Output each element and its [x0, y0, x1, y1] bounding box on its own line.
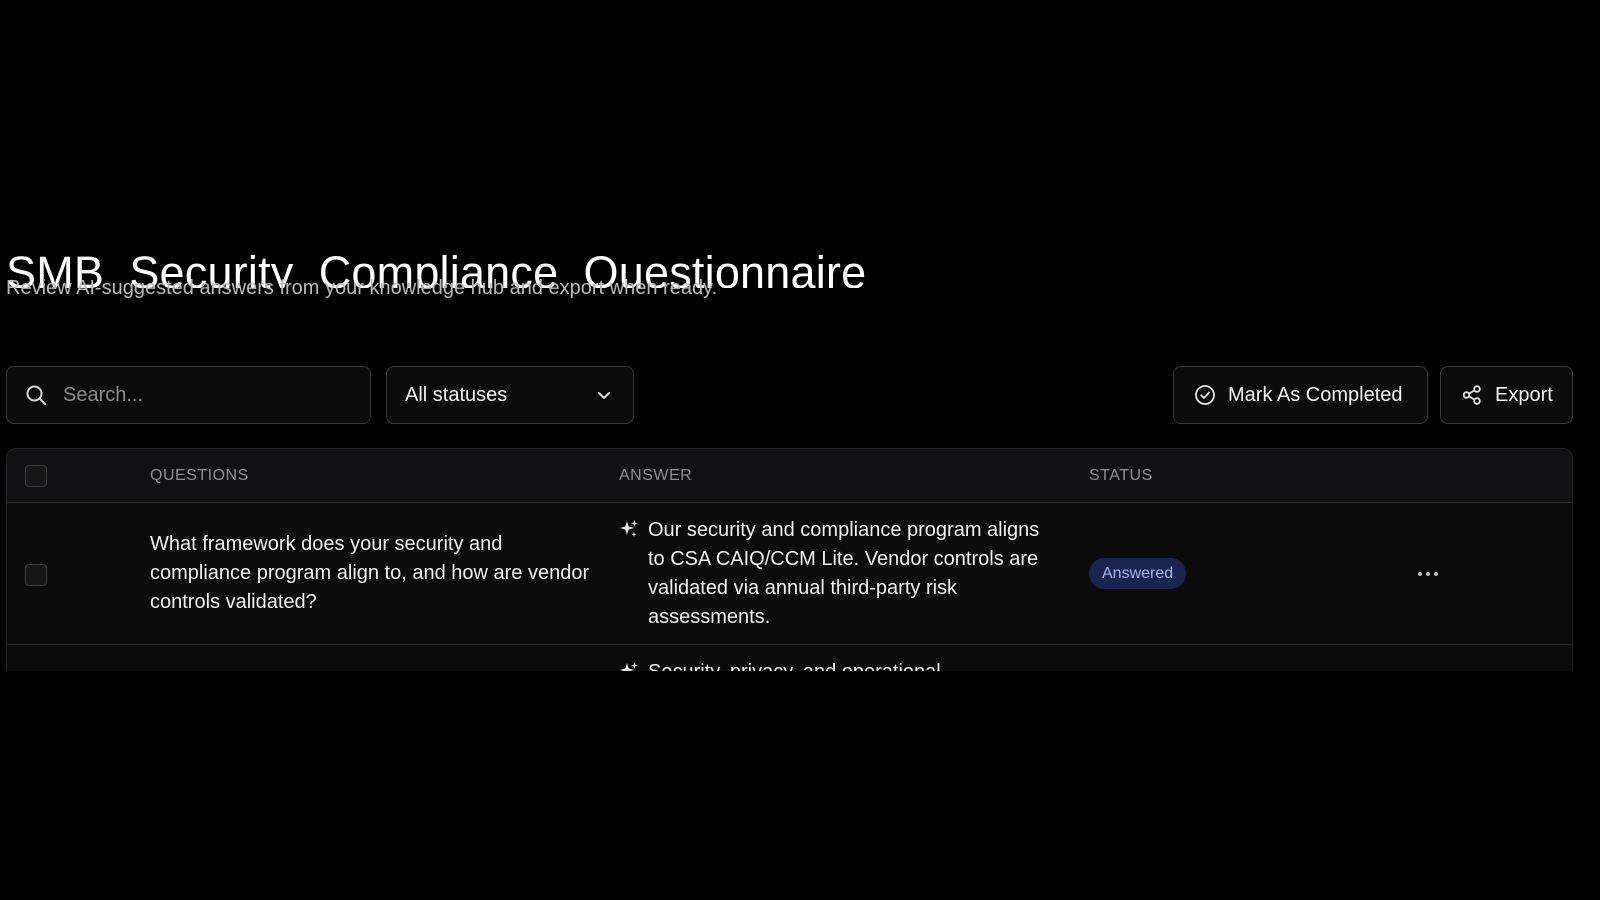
- answer-text: Our security and compliance program alig…: [648, 519, 1040, 628]
- sparkle-icon: [619, 661, 639, 671]
- table-row[interactable]: Security, privacy, and operational: [7, 646, 1572, 671]
- search-icon: [25, 384, 47, 406]
- chevron-down-icon: [595, 386, 613, 404]
- status-filter-select[interactable]: All statuses: [386, 366, 634, 424]
- table-row[interactable]: What framework does your security and co…: [7, 504, 1572, 645]
- column-header-status: STATUS: [1089, 467, 1153, 484]
- questions-table: QUESTIONS ANSWER STATUS What framework d…: [6, 448, 1573, 671]
- status-badge: Answered: [1089, 558, 1187, 589]
- share-icon: [1461, 384, 1483, 406]
- more-horizontal-icon[interactable]: [1413, 564, 1443, 584]
- column-header-questions: QUESTIONS: [150, 467, 249, 484]
- export-button[interactable]: Export: [1440, 366, 1573, 424]
- search-input[interactable]: [61, 382, 341, 408]
- row-checkbox[interactable]: [25, 564, 47, 586]
- check-circle-icon: [1194, 384, 1216, 406]
- table-header: QUESTIONS ANSWER STATUS: [7, 449, 1572, 503]
- status-filter-value: All statuses: [405, 383, 508, 406]
- answer-cell[interactable]: Our security and compliance program alig…: [619, 516, 1049, 632]
- mark-as-completed-label: Mark As Completed: [1228, 383, 1403, 406]
- page-subtitle: Review AI-suggested answers from your kn…: [6, 277, 718, 299]
- answer-cell[interactable]: Security, privacy, and operational: [619, 658, 1049, 671]
- question-text: What framework does your security and co…: [150, 533, 590, 613]
- mark-as-completed-button[interactable]: Mark As Completed: [1173, 366, 1428, 424]
- select-all-checkbox[interactable]: [25, 465, 47, 487]
- search-box[interactable]: [6, 366, 371, 424]
- sparkle-icon: [619, 519, 639, 539]
- column-header-answer: ANSWER: [619, 467, 693, 484]
- export-label: Export: [1495, 383, 1553, 406]
- answer-text: Security, privacy, and operational: [648, 658, 1049, 671]
